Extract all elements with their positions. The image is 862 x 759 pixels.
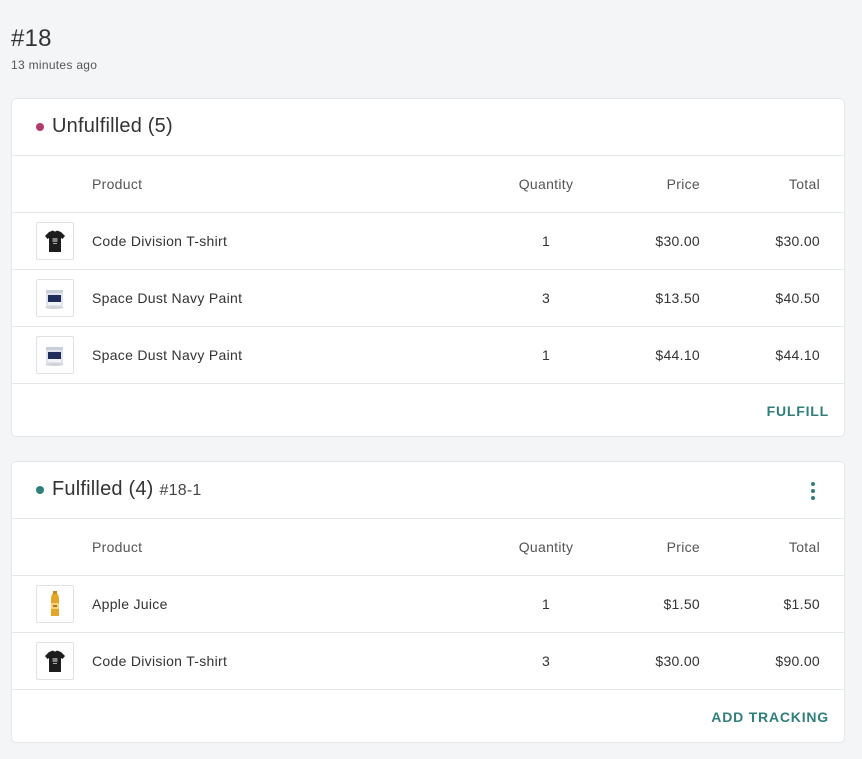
- product-total: $30.00: [775, 233, 820, 249]
- table-row: Code Division T-shirt 3 $30.00 $90.00: [12, 633, 844, 690]
- product-total: $1.50: [783, 596, 820, 612]
- product-name: Code Division T-shirt: [92, 653, 228, 669]
- unfulfilled-status-dot: [36, 123, 44, 131]
- unfulfilled-card-header: Unfulfilled (5): [12, 99, 844, 156]
- column-header-quantity: Quantity: [518, 176, 574, 192]
- product-total: $44.10: [775, 347, 820, 363]
- fulfill-button[interactable]: FULFILL: [767, 403, 829, 419]
- product-price: $30.00: [655, 233, 700, 249]
- product-name: Space Dust Navy Paint: [92, 290, 243, 306]
- column-header-total: Total: [788, 539, 820, 555]
- product-name: Code Division T-shirt: [92, 233, 228, 249]
- column-header-product: Product: [92, 539, 143, 555]
- paint-can-image: [36, 336, 74, 374]
- table-row: Apple Juice 1 $1.50 $1.50: [12, 576, 844, 633]
- column-header-price: Price: [666, 176, 700, 192]
- table-header-row: Product Quantity Price Total: [12, 519, 844, 576]
- order-header: #18 13 minutes ago: [11, 25, 98, 73]
- order-number: #18: [11, 25, 52, 52]
- fulfilled-card: Fulfilled (4) #18-1 Product Quantity Pric…: [11, 461, 845, 743]
- table-row: Space Dust Navy Paint 3 $13.50 $40.50: [12, 270, 844, 327]
- add-tracking-button[interactable]: ADD TRACKING: [711, 709, 829, 725]
- tshirt-image: [36, 222, 74, 260]
- column-header-product: Product: [92, 176, 143, 192]
- column-header-quantity: Quantity: [518, 539, 574, 555]
- product-quantity: 1: [541, 596, 551, 612]
- order-time: 13 minutes ago: [11, 58, 98, 72]
- column-header-price: Price: [666, 539, 700, 555]
- product-price: $1.50: [663, 596, 700, 612]
- product-price: $30.00: [655, 653, 700, 669]
- product-total: $40.50: [775, 290, 820, 306]
- table-row: Space Dust Navy Paint 1 $44.10 $44.10: [12, 327, 844, 384]
- fulfilled-status-dot: [36, 486, 44, 494]
- product-total: $90.00: [775, 653, 820, 669]
- column-header-total: Total: [788, 176, 820, 192]
- product-name: Apple Juice: [92, 596, 168, 612]
- product-price: $44.10: [655, 347, 700, 363]
- fulfilled-title-group: Fulfilled (4) #18-1: [52, 478, 201, 501]
- product-name: Space Dust Navy Paint: [92, 347, 243, 363]
- fulfilled-card-footer: ADD TRACKING: [12, 690, 844, 742]
- fulfilled-title: Fulfilled (4): [52, 478, 154, 500]
- product-quantity: 3: [541, 290, 551, 306]
- product-quantity: 3: [541, 653, 551, 669]
- table-row: Code Division T-shirt 1 $30.00 $30.00: [12, 213, 844, 270]
- product-quantity: 1: [541, 233, 551, 249]
- unfulfilled-card-footer: FULFILL: [12, 384, 844, 436]
- unfulfilled-title: Unfulfilled (5): [52, 115, 173, 137]
- fulfilled-card-header: Fulfilled (4) #18-1: [12, 462, 844, 519]
- product-quantity: 1: [541, 347, 551, 363]
- table-header-row: Product Quantity Price Total: [12, 156, 844, 213]
- fulfillment-id: #18-1: [159, 482, 202, 499]
- juice-bottle-image: [36, 585, 74, 623]
- tshirt-image: [36, 642, 74, 680]
- more-vertical-icon[interactable]: [810, 482, 816, 500]
- product-price: $13.50: [655, 290, 700, 306]
- unfulfilled-card: Unfulfilled (5) Product Quantity Price T…: [11, 98, 845, 437]
- paint-can-image: [36, 279, 74, 317]
